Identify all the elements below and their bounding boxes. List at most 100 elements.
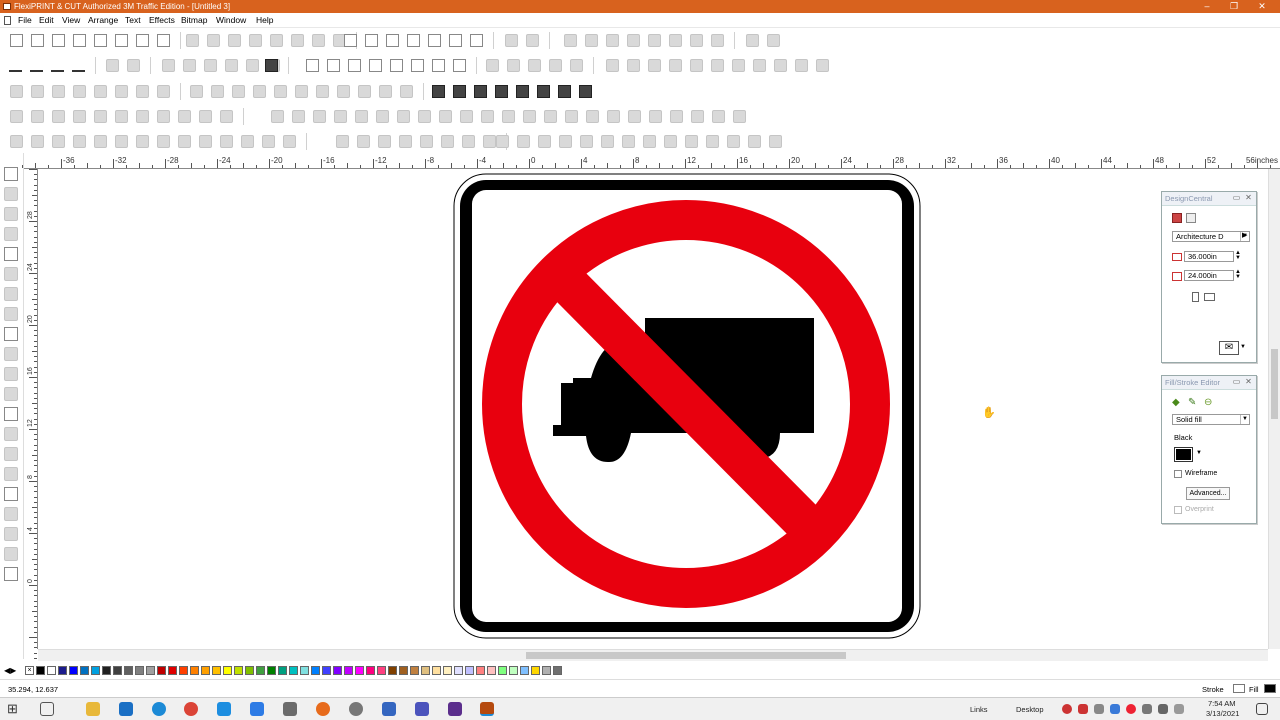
- contour-tool-icon[interactable]: [558, 85, 571, 98]
- effect-tool-icon[interactable]: [292, 110, 305, 123]
- fill-stroke-minimize-button[interactable]: ▭: [1231, 377, 1242, 388]
- align-tool-icon[interactable]: [178, 135, 191, 148]
- node-tool-icon[interactable]: [31, 85, 44, 98]
- menu-arrange[interactable]: Arrange: [88, 15, 118, 25]
- palette-color-swatch[interactable]: [322, 666, 331, 675]
- effect-tool-icon[interactable]: [502, 110, 515, 123]
- advanced-button[interactable]: Advanced...: [1186, 487, 1230, 500]
- palette-scroll-icon[interactable]: ◀▶: [4, 666, 16, 675]
- paper-size-select[interactable]: Architecture D ▼: [1172, 231, 1250, 242]
- chevron-down-icon[interactable]: ▼: [1240, 344, 1246, 350]
- palette-color-swatch[interactable]: [509, 666, 518, 675]
- toolbox-tool-icon[interactable]: [4, 467, 18, 481]
- palette-color-swatch[interactable]: [124, 666, 133, 675]
- bitmap-filter-icon[interactable]: [411, 59, 424, 72]
- arrange-tool-icon[interactable]: [441, 135, 454, 148]
- web-icon[interactable]: [526, 34, 539, 47]
- file-action-icon[interactable]: [10, 34, 23, 47]
- node-tool-icon[interactable]: [52, 85, 65, 98]
- bitmap-filter-icon[interactable]: [432, 59, 445, 72]
- contour-tool-icon[interactable]: [579, 85, 592, 98]
- toolbox-tool-icon[interactable]: [4, 367, 18, 381]
- view-action-icon[interactable]: [449, 34, 462, 47]
- palette-color-swatch[interactable]: [80, 666, 89, 675]
- file-action-icon[interactable]: [157, 34, 170, 47]
- effect-tool-icon[interactable]: [376, 110, 389, 123]
- text-tool-icon[interactable]: [115, 110, 128, 123]
- fill-indicator-swatch[interactable]: [1264, 684, 1276, 693]
- node-tool-icon[interactable]: [136, 85, 149, 98]
- bitmap-filter-icon[interactable]: [306, 59, 319, 72]
- portrait-icon[interactable]: [1192, 292, 1199, 302]
- palette-color-swatch[interactable]: [157, 666, 166, 675]
- close-button[interactable]: ✕: [1250, 0, 1274, 13]
- effect-tool-icon[interactable]: [670, 110, 683, 123]
- bitmap-filter-icon[interactable]: [348, 59, 361, 72]
- circle-option-icon[interactable]: [507, 59, 520, 72]
- align-tool-icon[interactable]: [52, 135, 65, 148]
- import-export-icon[interactable]: [627, 34, 640, 47]
- width-field[interactable]: 36.000in: [1184, 251, 1234, 262]
- effect-tool-icon[interactable]: [355, 110, 368, 123]
- tray-icon[interactable]: [1078, 704, 1088, 714]
- view-action-icon[interactable]: [407, 34, 420, 47]
- circle-option-icon[interactable]: [549, 59, 562, 72]
- distribute-tool-icon[interactable]: [748, 135, 761, 148]
- toolbox-tool-icon[interactable]: [4, 387, 18, 401]
- play-icon[interactable]: [265, 59, 278, 72]
- effect-tool-icon[interactable]: [586, 110, 599, 123]
- palette-color-swatch[interactable]: [168, 666, 177, 675]
- zoom-icon[interactable]: [250, 702, 264, 716]
- palette-color-swatch[interactable]: [91, 666, 100, 675]
- toolbox-tool-icon[interactable]: [4, 267, 18, 281]
- palette-color-swatch[interactable]: [542, 666, 551, 675]
- palette-color-swatch[interactable]: [69, 666, 78, 675]
- node-tool-icon[interactable]: [10, 85, 23, 98]
- arrange-tool-icon[interactable]: [357, 135, 370, 148]
- taskbar-date[interactable]: 3/13/2021: [1206, 709, 1239, 718]
- menu-window[interactable]: Window: [216, 15, 246, 25]
- effect-tool-icon[interactable]: [334, 110, 347, 123]
- no-color-swatch[interactable]: ×: [25, 666, 34, 675]
- horizontal-ruler[interactable]: 56inches -36 -32 -28 -24 -20 -16 -12 -8 -4 0 4 8 12 1…: [22, 153, 1280, 169]
- windows-start-icon[interactable]: ⊞: [7, 702, 21, 716]
- text-tool-icon[interactable]: [199, 110, 212, 123]
- align-tool-icon[interactable]: [241, 135, 254, 148]
- palette-color-swatch[interactable]: [454, 666, 463, 675]
- distribute-tool-icon[interactable]: [559, 135, 572, 148]
- links-toolbar[interactable]: Links: [970, 705, 988, 714]
- fill-stroke-close-button[interactable]: ✕: [1243, 377, 1254, 388]
- fill-color-swatch[interactable]: [1174, 447, 1193, 462]
- view-action-icon[interactable]: [470, 34, 483, 47]
- palette-color-swatch[interactable]: [520, 666, 529, 675]
- file-action-icon[interactable]: [52, 34, 65, 47]
- palette-color-swatch[interactable]: [223, 666, 232, 675]
- file-action-icon[interactable]: [115, 34, 128, 47]
- palette-color-swatch[interactable]: [146, 666, 155, 675]
- palette-color-swatch[interactable]: [432, 666, 441, 675]
- pointer-icon[interactable]: [746, 34, 759, 47]
- network-icon[interactable]: [1142, 704, 1152, 714]
- zoom-tool-icon[interactable]: [51, 59, 64, 72]
- toolbox-tool-icon[interactable]: [4, 567, 18, 581]
- distribute-tool-icon[interactable]: [601, 135, 614, 148]
- rotate-icon[interactable]: [127, 59, 140, 72]
- menu-view[interactable]: View: [62, 15, 80, 25]
- select-option-icon[interactable]: [816, 59, 829, 72]
- cut-tool-icon[interactable]: [337, 85, 350, 98]
- text-tool-icon[interactable]: [178, 110, 191, 123]
- text-tool-icon[interactable]: [157, 110, 170, 123]
- text-tool-icon[interactable]: [10, 110, 23, 123]
- toolbox-tool-icon[interactable]: [4, 207, 18, 221]
- edit-action-icon[interactable]: [207, 34, 220, 47]
- effect-tool-icon[interactable]: [523, 110, 536, 123]
- taskbar-time[interactable]: 7:54 AM: [1208, 699, 1236, 708]
- distribute-tool-icon[interactable]: [769, 135, 782, 148]
- arrange-tool-icon[interactable]: [336, 135, 349, 148]
- file-action-icon[interactable]: [94, 34, 107, 47]
- bitmap-filter-icon[interactable]: [327, 59, 340, 72]
- palette-color-swatch[interactable]: [498, 666, 507, 675]
- wireframe-checkbox[interactable]: [1174, 470, 1182, 478]
- align-tool-icon[interactable]: [31, 135, 44, 148]
- node-tool-icon[interactable]: [115, 85, 128, 98]
